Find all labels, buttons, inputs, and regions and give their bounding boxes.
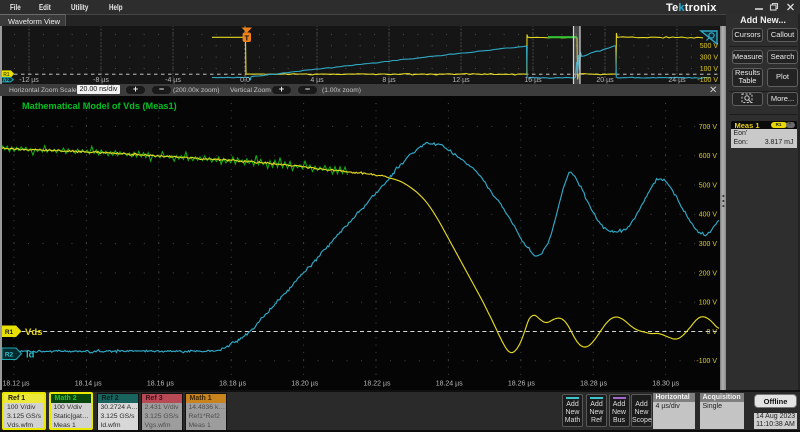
- svg-text:500 V: 500 V: [699, 182, 718, 189]
- svg-text:18.14 µs: 18.14 µs: [75, 381, 102, 388]
- svg-text:18.20 µs: 18.20 µs: [291, 381, 318, 388]
- svg-text:18.24 µs: 18.24 µs: [436, 381, 463, 388]
- svg-text:18.30 µs: 18.30 µs: [652, 381, 679, 388]
- svg-text:8 µs: 8 µs: [382, 77, 396, 84]
- svg-text:18.16 µs: 18.16 µs: [147, 381, 174, 388]
- svg-text:100 V: 100 V: [700, 66, 719, 73]
- svg-text:0 V: 0 V: [706, 329, 717, 336]
- svg-text:Vds: Vds: [25, 327, 42, 338]
- svg-text:4 µs: 4 µs: [310, 77, 324, 84]
- svg-text:300 V: 300 V: [699, 241, 718, 248]
- svg-text:-8 µs: -8 µs: [93, 77, 109, 84]
- svg-text:700 V: 700 V: [699, 124, 718, 131]
- svg-text:-12 µs: -12 µs: [19, 77, 39, 84]
- svg-text:16 µs: 16 µs: [524, 77, 542, 84]
- svg-text:200 V: 200 V: [699, 270, 718, 277]
- svg-text:-100 V: -100 V: [696, 358, 717, 365]
- svg-text:R1: R1: [5, 329, 14, 336]
- svg-text:18.12 µs: 18.12 µs: [3, 381, 30, 388]
- svg-text:0.0: 0.0: [240, 77, 250, 84]
- svg-text:18.28 µs: 18.28 µs: [580, 381, 607, 388]
- svg-text:500 V: 500 V: [700, 43, 719, 50]
- svg-text:R2: R2: [3, 78, 9, 83]
- svg-text:18.22 µs: 18.22 µs: [364, 381, 391, 388]
- svg-text:100 V: 100 V: [699, 300, 718, 307]
- svg-text:18.26 µs: 18.26 µs: [508, 381, 535, 388]
- svg-text:300 V: 300 V: [700, 54, 719, 61]
- svg-text:24 µs: 24 µs: [668, 77, 686, 84]
- svg-text:Mathematical Model of Vds (Mea: Mathematical Model of Vds (Meas1): [22, 101, 177, 111]
- svg-text:20 µs: 20 µs: [596, 77, 614, 84]
- svg-text:400 V: 400 V: [699, 212, 718, 219]
- svg-text:R2: R2: [5, 352, 14, 359]
- svg-text:600 V: 600 V: [699, 153, 718, 160]
- svg-text:T: T: [245, 33, 250, 42]
- svg-text:12 µs: 12 µs: [452, 77, 470, 84]
- svg-text:Id: Id: [26, 349, 35, 360]
- svg-text:-4 µs: -4 µs: [165, 77, 181, 84]
- svg-text:18.18 µs: 18.18 µs: [219, 381, 246, 388]
